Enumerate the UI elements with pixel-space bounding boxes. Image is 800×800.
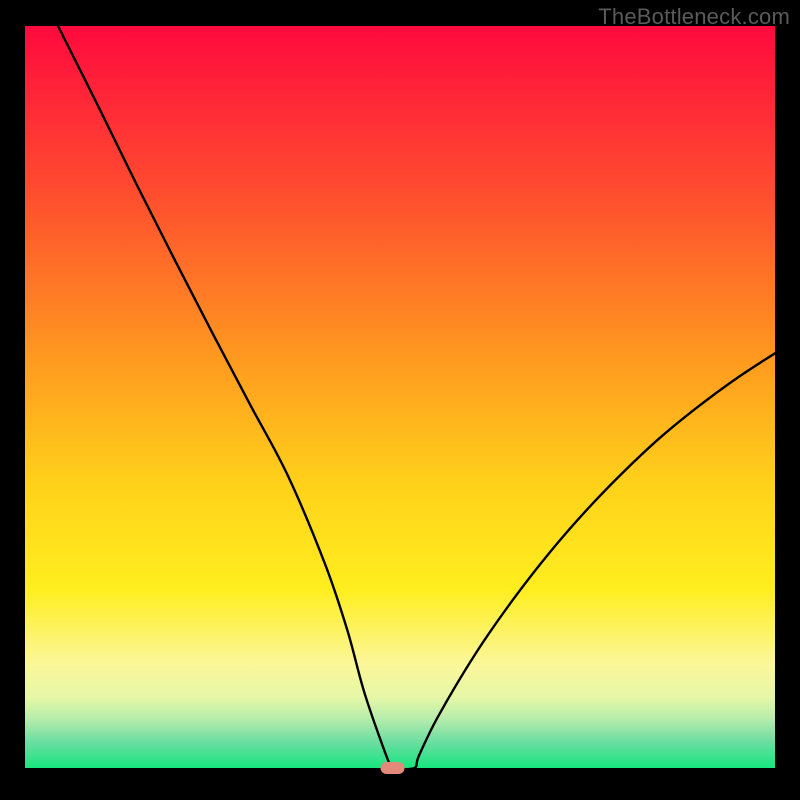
watermark-text: TheBottleneck.com	[598, 4, 790, 30]
minimum-marker	[381, 762, 405, 774]
chart-stage: TheBottleneck.com	[0, 0, 800, 800]
plot-background	[25, 26, 775, 768]
chart-svg	[0, 0, 800, 800]
